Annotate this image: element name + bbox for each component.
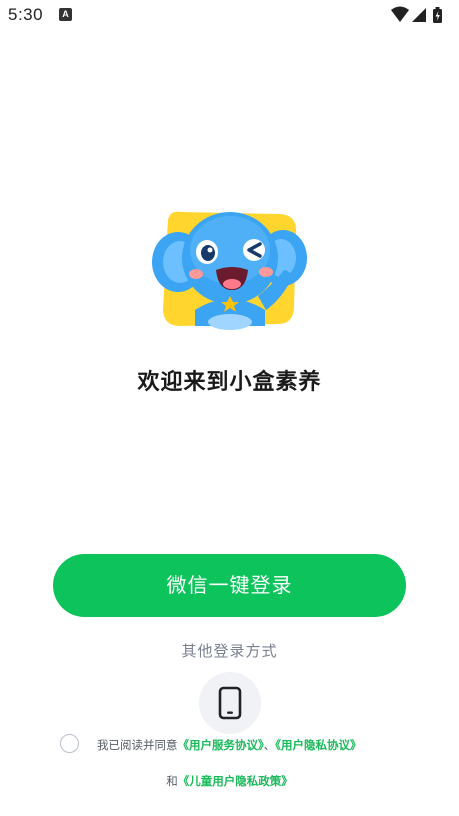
agreement-text-line-2: 和《儿童用户隐私政策》 [0,773,459,789]
battery-icon [433,7,442,23]
user-service-agreement-link[interactable]: 《用户服务协议》 [178,738,264,752]
status-icons [389,5,449,25]
agreement-prefix: 我已阅读并同意 [97,738,178,752]
other-login-methods-label: 其他登录方式 [181,642,278,660]
agreement-and-text: 和 [166,774,178,788]
elephant-mascot-icon [150,200,310,330]
welcome-title: 欢迎来到小盒素养 [137,370,322,395]
notification-a-icon: A [59,8,72,21]
agreement-checkbox[interactable] [60,734,79,753]
wifi-icon [391,6,409,22]
phone-login-button[interactable] [199,672,261,734]
agreement-text-line-1: 我已阅读并同意《用户服务协议》、《用户隐私协议》 [97,737,362,753]
user-privacy-agreement-link[interactable]: 《用户隐私协议》 [275,738,361,752]
phone-icon [218,686,242,720]
cell-signal-icon [412,8,426,22]
status-time: 5:30 [8,5,44,24]
wechat-login-button[interactable]: 微信一键登录 [53,554,406,617]
status-bar: 5:30 A [0,0,459,32]
child-privacy-policy-link[interactable]: 《儿童用户隐私政策》 [178,774,293,788]
agreement-separator: 、 [263,738,276,752]
login-screen: 5:30 A 欢迎来到小盒素养 微信一键登录 其他登录方式 我已阅读并同意《用户… [0,0,459,816]
